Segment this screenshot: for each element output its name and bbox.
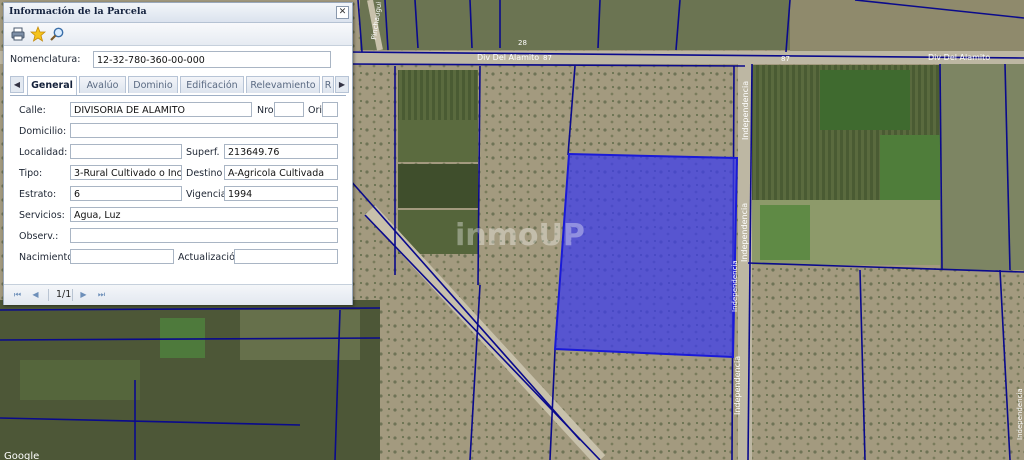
parcel-info-panel: Información de la Parcela ✕ Nomenclatura… [3, 2, 353, 305]
watermark-text: inmoUP [455, 218, 585, 253]
tab-relevamiento[interactable]: Relevamiento [246, 76, 320, 93]
prev-page-icon[interactable]: ◀ [30, 289, 41, 300]
road-label-independencia-2: Independencia [740, 203, 749, 262]
localidad-field[interactable] [70, 144, 182, 159]
nomenclatura-label: Nomenclatura: [10, 54, 81, 65]
destino-field[interactable]: A-Agricola Cultivada [224, 165, 338, 180]
estrato-field[interactable]: 6 [70, 186, 182, 201]
tab-scroll-left[interactable]: ◀ [10, 76, 24, 93]
nro-field[interactable] [274, 102, 304, 117]
close-icon: ✕ [338, 7, 347, 17]
star-icon[interactable] [30, 26, 46, 42]
nomenclatura-field[interactable]: 12-32-780-360-00-000 [93, 51, 331, 68]
field-block-north [360, 0, 790, 50]
last-page-icon[interactable]: ⏭ [96, 289, 107, 300]
localidad-label: Localidad: [19, 147, 68, 158]
actualizacion-label: Actualización [178, 252, 241, 263]
panel-title: Información de la Parcela [9, 6, 147, 17]
selected-parcel[interactable] [553, 152, 739, 359]
tab-general[interactable]: General [27, 76, 77, 95]
pager-divider [48, 289, 49, 301]
page-indicator: 1/1 [56, 289, 72, 300]
route-28-label: 28 [518, 39, 527, 47]
road-label-independencia-5: Independencia [1016, 388, 1024, 440]
pager-bar: ⏮ ◀ 1/1 ▶ ⏭ [4, 284, 352, 305]
panel-toolbar [4, 23, 352, 46]
tab-avaluo[interactable]: Avalúo [79, 76, 126, 93]
map-attribution: Google [4, 451, 39, 460]
next-page-icon[interactable]: ▶ [78, 289, 89, 300]
route-87-label: 87 [543, 54, 552, 62]
road-label-independencia-1: Independencia [741, 81, 750, 140]
ori-label: Ori [308, 105, 323, 116]
actualizacion-field[interactable] [234, 249, 338, 264]
first-page-icon[interactable]: ⏮ [12, 289, 23, 300]
pager-divider [72, 289, 73, 301]
tipo-label: Tipo: [19, 168, 43, 179]
domicilio-field[interactable] [70, 123, 338, 138]
road-label-div-alamito-east: Div Del Alamito [928, 53, 990, 62]
tab-strip: ◀ General Avalúo Dominio Edificación Rel… [10, 75, 349, 96]
road-label-div-alamito: Div Del Alamito [477, 53, 539, 62]
tab-truncated[interactable]: R [322, 76, 334, 93]
calle-field[interactable]: DIVISORIA DE ALAMITO [70, 102, 252, 117]
servicios-label: Servicios: [19, 210, 65, 221]
zoom-to-parcel-icon[interactable] [49, 26, 65, 42]
tipo-field[interactable]: 3-Rural Cultivado o Inculto [70, 165, 182, 180]
ori-field[interactable] [322, 102, 338, 117]
estrato-label: Estrato: [19, 189, 57, 200]
destino-label: Destino [186, 168, 223, 179]
nro-label: Nro [257, 105, 274, 116]
route-87-label-east: 87 [781, 55, 790, 63]
domicilio-label: Domicilio: [19, 126, 67, 137]
observ-label: Observ.: [19, 231, 59, 242]
field-block-northeast [790, 0, 1024, 52]
printer-icon[interactable] [10, 26, 26, 42]
road-label-independencia-4: Independencia [733, 356, 742, 415]
tab-dominio[interactable]: Dominio [128, 76, 178, 93]
calle-label: Calle: [19, 105, 46, 116]
vigencia-field[interactable]: 1994 [224, 186, 338, 201]
close-button[interactable]: ✕ [336, 6, 349, 19]
tab-edificacion[interactable]: Edificación [180, 76, 244, 93]
nacimiento-label: Nacimiento: [19, 252, 77, 263]
vigencia-label: Vigencia [186, 189, 227, 200]
panel-titlebar[interactable]: Información de la Parcela ✕ [4, 3, 352, 23]
superf-label: Superf. [186, 147, 220, 158]
road-label-independencia-3: Independencia [731, 260, 739, 312]
tab-scroll-right[interactable]: ▶ [335, 76, 349, 93]
observ-field[interactable] [70, 228, 338, 243]
servicios-field[interactable]: Agua, Luz [70, 207, 338, 222]
superf-field[interactable]: 213649.76 [224, 144, 338, 159]
nacimiento-field[interactable] [70, 249, 174, 264]
